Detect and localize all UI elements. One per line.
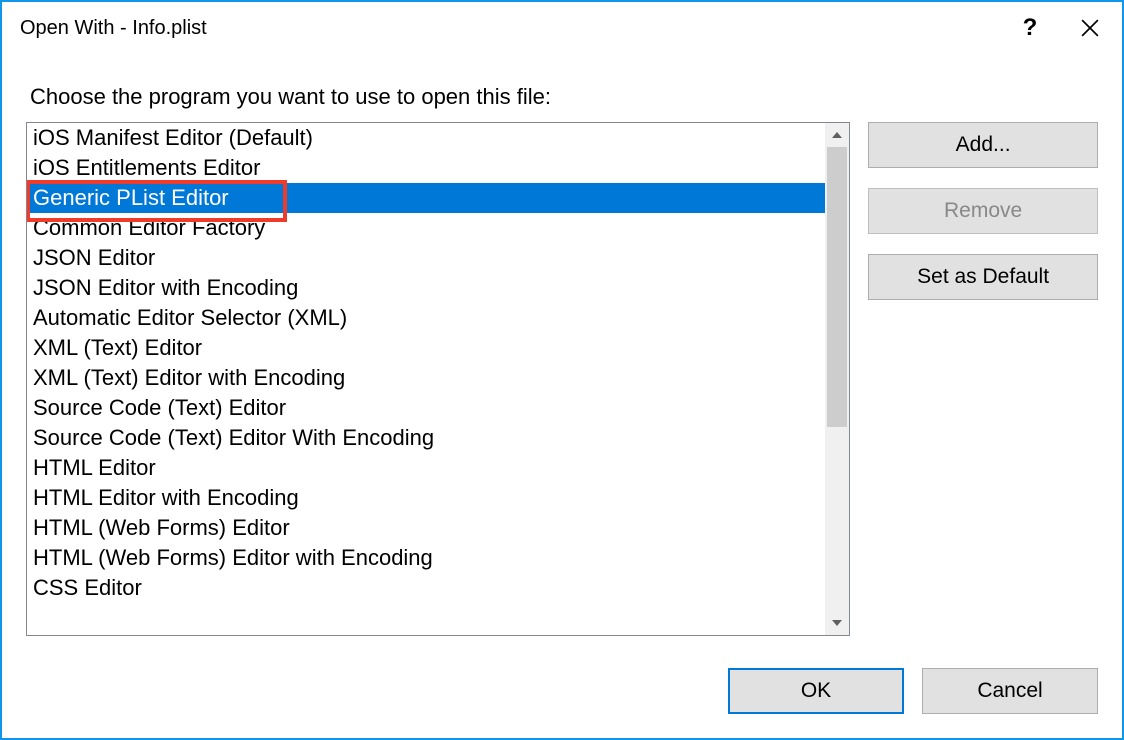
close-button[interactable]: [1060, 2, 1120, 54]
dialog-window: Open With - Info.plist ? Choose the prog…: [0, 0, 1124, 740]
footer-button-row: OK Cancel: [2, 644, 1122, 738]
scroll-thumb[interactable]: [827, 147, 847, 427]
scroll-down-arrow-icon[interactable]: [825, 611, 849, 635]
list-item[interactable]: HTML (Web Forms) Editor: [27, 513, 825, 543]
window-title: Open With - Info.plist: [20, 17, 1000, 40]
titlebar: Open With - Info.plist ?: [2, 2, 1122, 54]
main-row: iOS Manifest Editor (Default)iOS Entitle…: [26, 122, 1098, 644]
scrollbar[interactable]: [825, 123, 849, 635]
prompt-label: Choose the program you want to use to op…: [26, 84, 1098, 110]
list-item[interactable]: JSON Editor with Encoding: [27, 273, 825, 303]
list-item[interactable]: HTML Editor: [27, 453, 825, 483]
list-item[interactable]: Generic PList Editor: [27, 183, 825, 213]
list-item[interactable]: HTML (Web Forms) Editor with Encoding: [27, 543, 825, 573]
close-icon: [1081, 19, 1099, 37]
list-item[interactable]: iOS Manifest Editor (Default): [27, 123, 825, 153]
scroll-up-arrow-icon[interactable]: [825, 123, 849, 147]
list-item[interactable]: iOS Entitlements Editor: [27, 153, 825, 183]
scroll-track[interactable]: [825, 147, 849, 611]
set-default-button[interactable]: Set as Default: [868, 254, 1098, 300]
list-item[interactable]: XML (Text) Editor: [27, 333, 825, 363]
list-item[interactable]: XML (Text) Editor with Encoding: [27, 363, 825, 393]
list-item[interactable]: HTML Editor with Encoding: [27, 483, 825, 513]
editor-list-inner: iOS Manifest Editor (Default)iOS Entitle…: [27, 123, 825, 635]
list-item[interactable]: Source Code (Text) Editor With Encoding: [27, 423, 825, 453]
list-item[interactable]: Source Code (Text) Editor: [27, 393, 825, 423]
list-item[interactable]: JSON Editor: [27, 243, 825, 273]
cancel-button[interactable]: Cancel: [922, 668, 1098, 714]
content-area: Choose the program you want to use to op…: [2, 54, 1122, 644]
editor-listbox[interactable]: iOS Manifest Editor (Default)iOS Entitle…: [26, 122, 850, 636]
remove-button[interactable]: Remove: [868, 188, 1098, 234]
list-item[interactable]: Common Editor Factory: [27, 213, 825, 243]
ok-button[interactable]: OK: [728, 668, 904, 714]
add-button[interactable]: Add...: [868, 122, 1098, 168]
help-button[interactable]: ?: [1000, 2, 1060, 54]
side-button-column: Add... Remove Set as Default: [868, 122, 1098, 644]
list-item[interactable]: CSS Editor: [27, 573, 825, 603]
list-item[interactable]: Automatic Editor Selector (XML): [27, 303, 825, 333]
